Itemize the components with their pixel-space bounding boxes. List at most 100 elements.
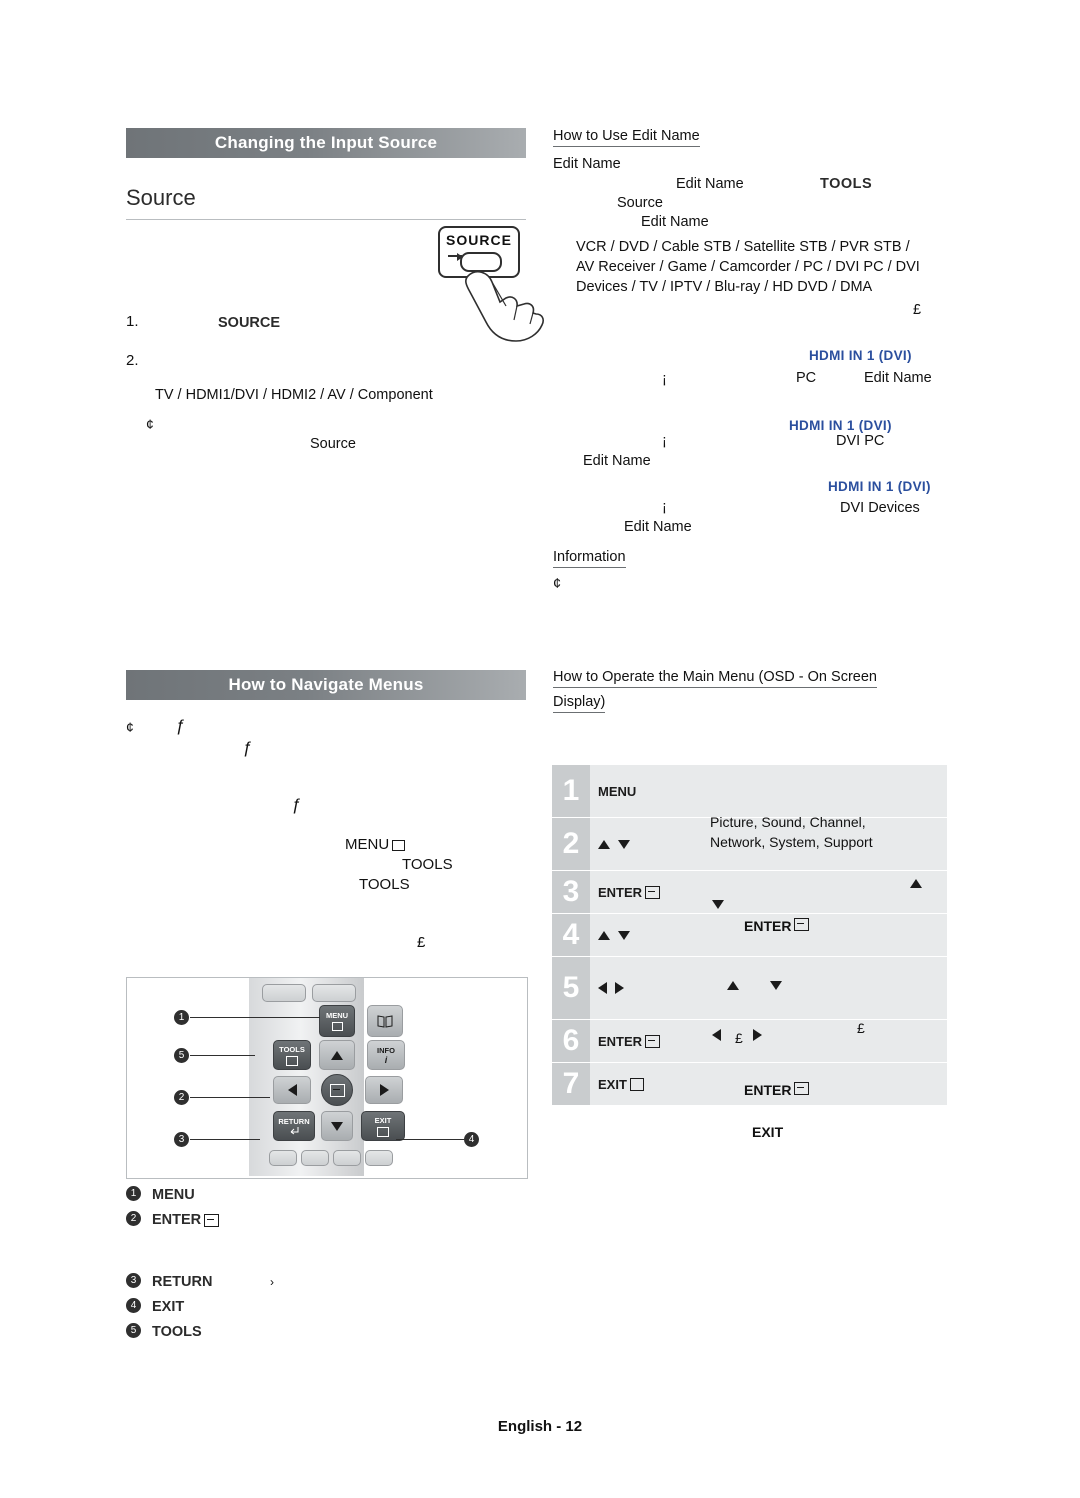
osd-desc-5-right-icon — [753, 1028, 762, 1046]
exit-icon — [629, 1077, 644, 1091]
legend-label-enter: ENTER — [152, 1212, 202, 1228]
menu-icon — [392, 839, 406, 851]
divider-source — [126, 219, 526, 220]
osd-desc-7: EXIT — [752, 1124, 784, 1140]
remote-key-menu-label: MENU — [325, 1011, 349, 1020]
information-bullet-icon: ¢ — [553, 576, 562, 592]
navigate-tools-label-1: TOOLS — [402, 856, 453, 873]
tools-icon — [286, 1055, 298, 1066]
edit-name-source-label: Source — [617, 195, 663, 211]
arrow-up-icon — [598, 930, 610, 940]
callout-line-1 — [190, 1017, 320, 1018]
remote-key-return[interactable]: RETURN — [273, 1111, 315, 1141]
osd-desc-1-line-2: Network, System, Support — [710, 834, 873, 850]
item-1-bullet-icon: ¡ — [662, 371, 667, 387]
enter-icon — [794, 918, 810, 931]
arrow-down-icon — [618, 930, 630, 940]
hand-pointing-icon — [465, 270, 544, 342]
osd-desc-2-up-icon — [910, 875, 922, 893]
remote-control-figure: MENU TOOLS INFO i RETURN EXIT — [126, 977, 528, 1179]
callout-line-2 — [190, 1097, 270, 1098]
heading-osd-line-1: How to Operate the Main Menu (OSD - On S… — [553, 669, 953, 688]
remote-key-color-b — [301, 1150, 329, 1166]
legend-number-1: 1 — [126, 1186, 141, 1201]
remote-key-exit[interactable]: EXIT — [361, 1111, 405, 1141]
remote-key-enter[interactable] — [321, 1074, 353, 1106]
callout-number-5: 5 — [174, 1048, 189, 1063]
remote-key-info[interactable]: INFO i — [367, 1040, 405, 1070]
remote-key-blank-left — [262, 984, 306, 1002]
enter-icon — [645, 885, 661, 899]
osd-desc-2-down-icon — [712, 896, 724, 914]
item-2-text-b: Edit Name — [583, 453, 651, 469]
heading-information: Information — [553, 549, 626, 568]
osd-step-number-6: 6 — [552, 1020, 590, 1062]
edit-name-line-1: Edit Name — [553, 156, 621, 172]
heading-osd-line-2: Display) — [553, 694, 606, 713]
navigate-menu-label: MENU — [345, 836, 390, 853]
navigate-glyph-3: ƒ — [292, 795, 302, 814]
remote-key-tools[interactable]: TOOLS — [273, 1040, 311, 1070]
callout-number-2: 2 — [174, 1090, 189, 1105]
osd-step-number-7: 7 — [552, 1063, 590, 1105]
remote-key-blank-right — [312, 984, 356, 1002]
note-source-text: Source — [310, 436, 356, 452]
remote-key-color-a — [269, 1150, 297, 1166]
navigate-tools-label-2: TOOLS — [359, 876, 410, 893]
guide-book-icon — [377, 1015, 393, 1028]
remote-key-color-c — [333, 1150, 361, 1166]
device-list-line-3: Devices / TV / IPTV / Blu-ray / HD DVD /… — [576, 279, 873, 295]
navigate-bullet-icon: ¢ — [126, 719, 134, 735]
edit-name-tools-label: TOOLS — [820, 176, 873, 192]
enter-icon — [204, 1213, 220, 1227]
item-3-text-a: DVI Devices — [840, 500, 920, 516]
heading-osd-line-1-text: How to Operate the Main Menu (OSD - On S… — [553, 669, 877, 688]
remote-key-right[interactable] — [365, 1076, 403, 1104]
legend-label-menu: MENU — [152, 1187, 195, 1203]
arrow-right-icon — [379, 1084, 389, 1096]
enter-icon — [794, 1082, 810, 1095]
osd-desc-3: ENTER — [744, 916, 810, 936]
osd-row-5: 5 — [552, 957, 947, 1020]
osd-row-3: 3 ENTER — [552, 871, 947, 914]
step-1-number: 1. — [126, 313, 139, 330]
callout-number-1: 1 — [174, 1010, 189, 1025]
arrow-left-icon — [287, 1084, 297, 1096]
osd-desc-6-label: ENTER — [744, 1082, 792, 1098]
osd-step-key-1: MENU — [590, 765, 947, 817]
menu-icon — [331, 1022, 343, 1031]
section-header-navigate-menus: How to Navigate Menus — [126, 670, 526, 700]
osd-desc-4-down-icon — [770, 977, 782, 995]
legend-number-2: 2 — [126, 1211, 141, 1226]
osd-row-1: 1 MENU — [552, 765, 947, 818]
edit-name-pound-mark: £ — [913, 302, 922, 318]
remote-key-down[interactable] — [321, 1111, 353, 1141]
legend-row-enter: ENTER — [152, 1210, 220, 1230]
item-2-text-a: DVI PC — [836, 433, 885, 449]
remote-key-guide[interactable] — [367, 1005, 403, 1037]
remote-key-up[interactable] — [319, 1040, 355, 1070]
osd-step-key-6-label: ENTER — [598, 1033, 643, 1049]
section-header-navigate-menus-label: How to Navigate Menus — [228, 675, 424, 694]
osd-step-key-1-label: MENU — [598, 783, 637, 799]
osd-desc-5-left-icon — [712, 1028, 721, 1046]
source-key-label: SOURCE — [446, 232, 512, 248]
osd-step-number-2: 2 — [552, 818, 590, 870]
remote-key-menu[interactable]: MENU — [319, 1005, 355, 1037]
osd-step-key-3: ENTER — [590, 871, 947, 913]
navigate-glyph-1: ƒ — [176, 716, 186, 735]
legend-label-exit: EXIT — [152, 1299, 185, 1315]
arrow-up-icon — [331, 1050, 343, 1060]
legend-label-tools: TOOLS — [152, 1324, 202, 1340]
section-header-input-source: Changing the Input Source — [126, 128, 526, 158]
legend-number-4: 4 — [126, 1298, 141, 1313]
osd-row-6: 6 ENTER — [552, 1020, 947, 1063]
arrow-down-icon — [618, 839, 630, 849]
osd-step-key-7-label: EXIT — [598, 1076, 627, 1092]
remote-key-left[interactable] — [273, 1076, 311, 1104]
hdmi-in-1-dvi-label-1: HDMI IN 1 (DVI) — [809, 348, 912, 363]
callout-number-3: 3 — [174, 1132, 189, 1147]
manual-page: Changing the Input Source Source SOURCE … — [0, 0, 1080, 1498]
arrow-down-icon — [331, 1121, 343, 1131]
osd-desc-5-pound-a: £ — [735, 1030, 743, 1046]
